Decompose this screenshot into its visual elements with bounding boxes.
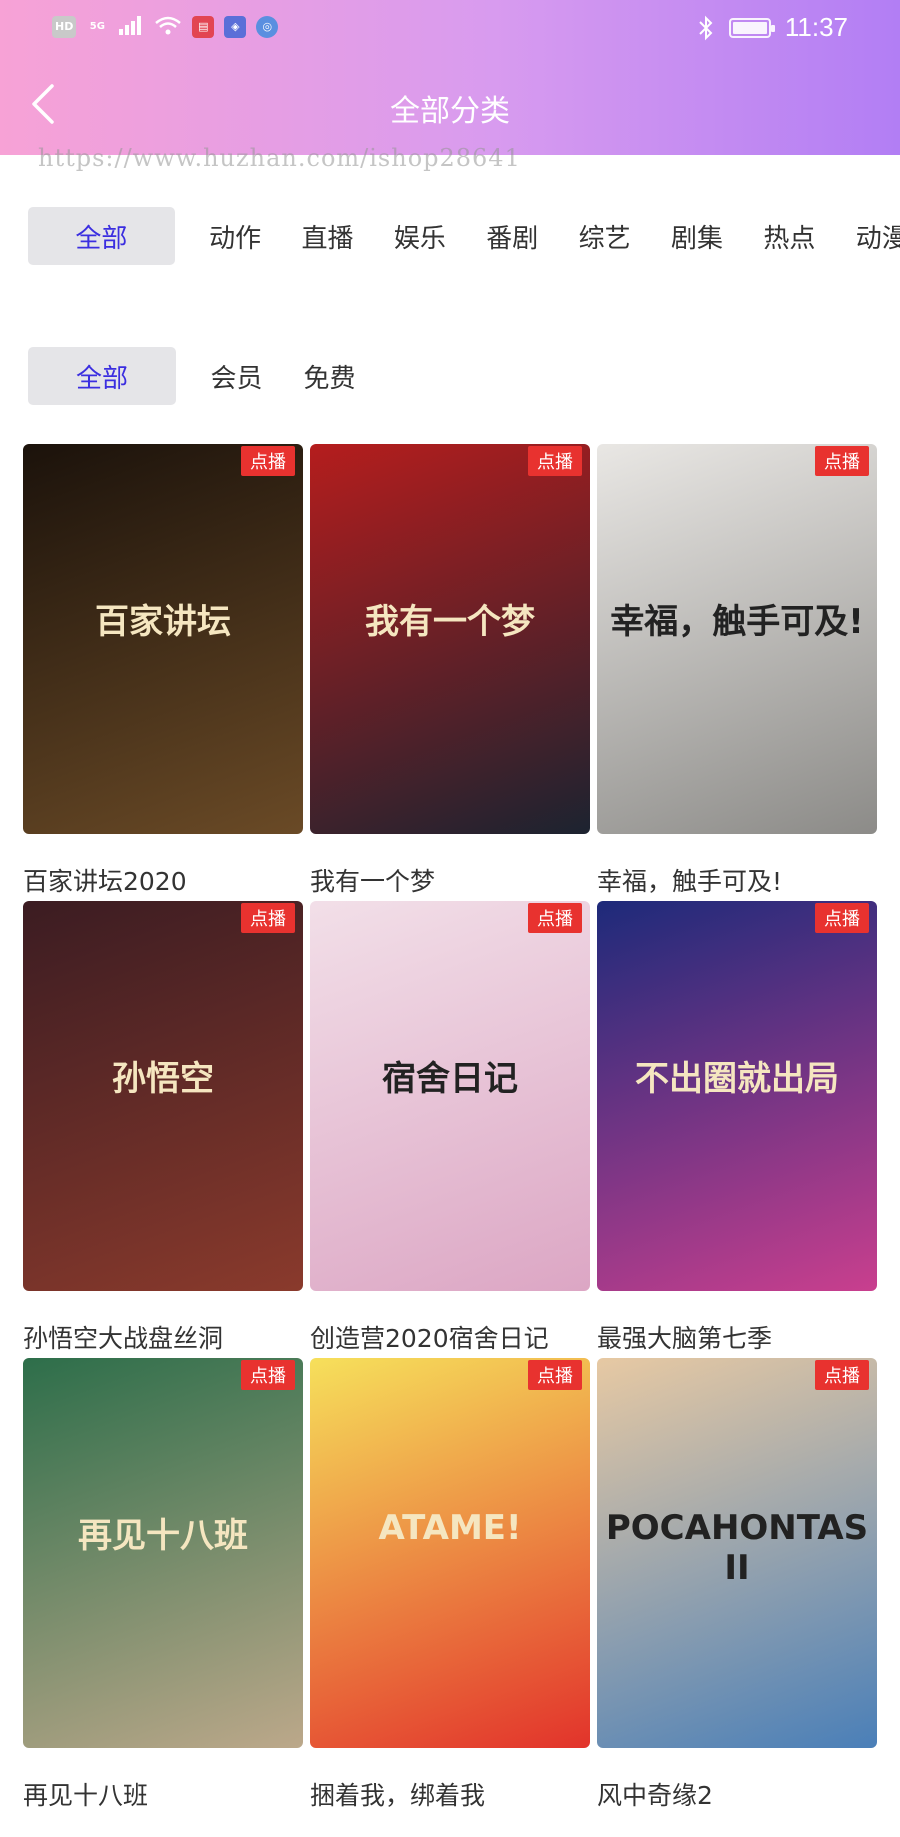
video-card[interactable]: POCAHONTAS II 点播风中奇缘2 (597, 1358, 877, 1812)
video-card[interactable]: 孙悟空 点播孙悟空大战盘丝洞 (23, 901, 303, 1355)
category-tabs: 全部 动作 直播 娱乐 番剧 综艺 剧集 热点 动漫 (28, 207, 900, 265)
video-poster[interactable]: ATAME! 点播 (310, 1358, 590, 1748)
video-poster[interactable]: POCAHONTAS II 点播 (597, 1358, 877, 1748)
video-title[interactable]: 再见十八班 (23, 1776, 303, 1812)
poster-title-art: 幸福，触手可及! (610, 602, 864, 642)
shield-icon: ◈ (224, 16, 247, 38)
category-tab-0[interactable]: 全部 (28, 207, 175, 265)
poster-title-art: 不出圈就出局 (635, 1059, 839, 1099)
video-title[interactable]: 孙悟空大战盘丝洞 (23, 1319, 303, 1355)
poster-title-art: 百家讲坛 (95, 602, 231, 642)
wifi-icon (154, 14, 182, 40)
poster-title-art: 我有一个梦 (365, 602, 535, 642)
bluetooth-icon (697, 14, 715, 42)
poster-title-art: ATAME! (378, 1508, 522, 1548)
vod-badge: 点播 (528, 446, 582, 476)
video-title[interactable]: 捆着我，绑着我 (310, 1776, 590, 1812)
watermark: https://www.huzhan.com/ishop28641 (38, 144, 521, 172)
video-poster[interactable]: 百家讲坛 点播 (23, 444, 303, 834)
video-card[interactable]: 我有一个梦 点播我有一个梦 (310, 444, 590, 898)
vod-badge: 点播 (528, 903, 582, 933)
vod-badge: 点播 (528, 1360, 582, 1390)
category-tab-1[interactable]: 动作 (189, 207, 281, 265)
poster-title-art: POCAHONTAS II (605, 1508, 869, 1588)
video-poster[interactable]: 幸福，触手可及! 点播 (597, 444, 877, 834)
video-title[interactable]: 百家讲坛2020 (23, 862, 303, 898)
poster-title-art: 孙悟空 (112, 1059, 214, 1099)
poster-title-art: 宿舍日记 (382, 1059, 518, 1099)
video-poster[interactable]: 宿舍日记 点播 (310, 901, 590, 1291)
category-tab-6[interactable]: 剧集 (651, 207, 743, 265)
vod-badge: 点播 (241, 1360, 295, 1390)
video-title[interactable]: 幸福，触手可及! (597, 862, 877, 898)
page-title: 全部分类 (390, 94, 510, 129)
category-tab-2[interactable]: 直播 (281, 207, 373, 265)
hd-icon: HD (52, 16, 77, 38)
video-poster[interactable]: 我有一个梦 点播 (310, 444, 590, 834)
signal-icon (118, 14, 144, 40)
category-tab-4[interactable]: 番剧 (466, 207, 558, 265)
video-card[interactable]: 宿舍日记 点播创造营2020宿舍日记 (310, 901, 590, 1355)
5g-icon: 5G (89, 21, 105, 32)
vod-badge: 点播 (815, 903, 869, 933)
video-card[interactable]: ATAME! 点播捆着我，绑着我 (310, 1358, 590, 1812)
vod-badge: 点播 (241, 903, 295, 933)
poster-title-art: 再见十八班 (78, 1516, 248, 1556)
app-red-icon: ▤ (192, 16, 215, 38)
video-title[interactable]: 风中奇缘2 (597, 1776, 877, 1812)
vod-badge: 点播 (815, 446, 869, 476)
video-poster[interactable]: 不出圈就出局 点播 (597, 901, 877, 1291)
filter-tab-2[interactable]: 免费 (283, 347, 376, 405)
status-bar: HD 5G ▤ ◈ ◎ 11:37 (0, 0, 900, 56)
video-card[interactable]: 不出圈就出局 点播最强大脑第七季 (597, 901, 877, 1355)
filter-tabs: 全部 会员 免费 (28, 347, 900, 405)
video-poster[interactable]: 再见十八班 点播 (23, 1358, 303, 1748)
video-card[interactable]: 幸福，触手可及! 点播幸福，触手可及! (597, 444, 877, 898)
browser-icon: ◎ (256, 16, 279, 38)
app-header: HD 5G ▤ ◈ ◎ 11:37 全部分类 (0, 0, 900, 155)
category-tab-3[interactable]: 娱乐 (374, 207, 466, 265)
video-title[interactable]: 我有一个梦 (310, 862, 590, 898)
video-title[interactable]: 最强大脑第七季 (597, 1319, 877, 1355)
category-tab-5[interactable]: 综艺 (558, 207, 650, 265)
status-time: 11:37 (784, 12, 848, 42)
video-title[interactable]: 创造营2020宿舍日记 (310, 1319, 590, 1355)
video-card[interactable]: 百家讲坛 点播百家讲坛2020 (23, 444, 303, 898)
category-tab-7[interactable]: 热点 (743, 207, 835, 265)
vod-badge: 点播 (241, 446, 295, 476)
battery-icon (728, 17, 775, 38)
filter-tab-1[interactable]: 会员 (190, 347, 283, 405)
filter-tab-0[interactable]: 全部 (28, 347, 176, 405)
vod-badge: 点播 (815, 1360, 869, 1390)
status-left-icons: HD 5G ▤ ◈ ◎ (52, 14, 279, 40)
status-right: 11:37 (697, 12, 848, 43)
category-tab-8[interactable]: 动漫 (836, 207, 900, 265)
video-poster[interactable]: 孙悟空 点播 (23, 901, 303, 1291)
video-card[interactable]: 再见十八班 点播再见十八班 (23, 1358, 303, 1812)
